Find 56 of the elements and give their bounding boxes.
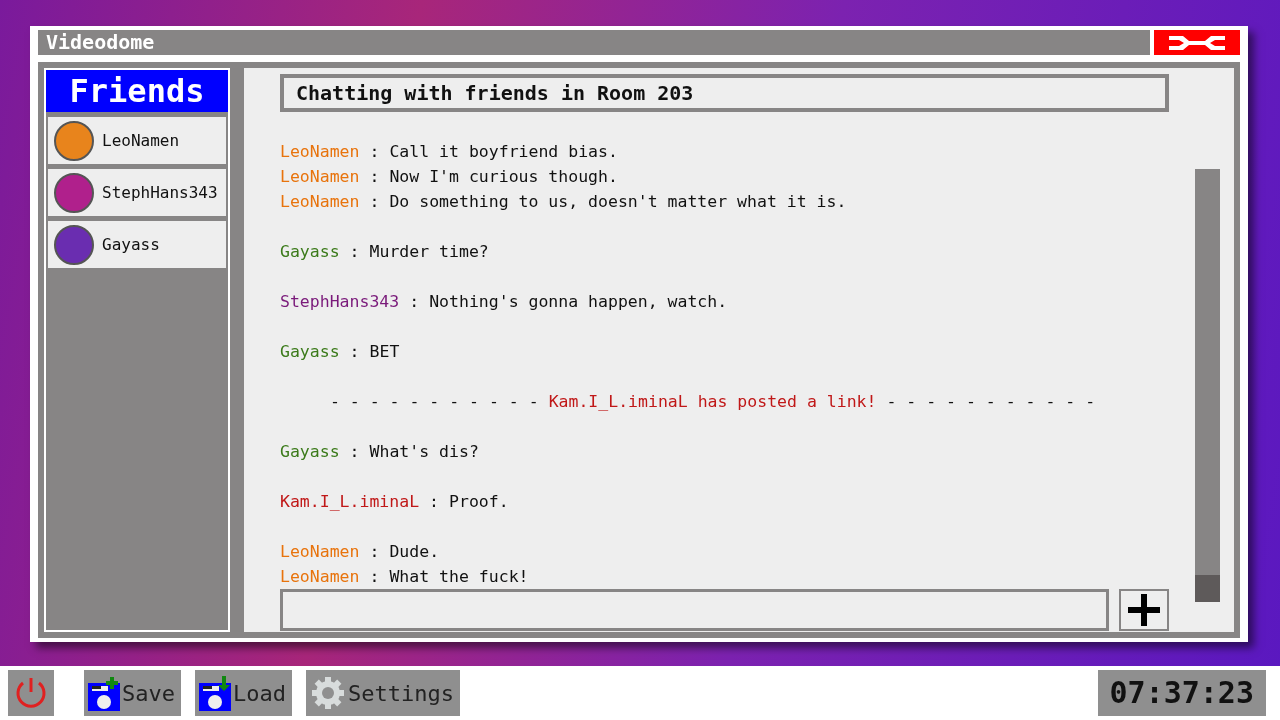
message-text: Dude. [389,541,440,563]
load-button[interactable]: Load [195,670,292,716]
username: Gayass [280,441,340,463]
friend-item[interactable]: Gayass [48,221,226,268]
separator: : [429,491,439,513]
message-text: What's dis? [369,441,479,463]
username: Gayass [280,241,340,263]
close-icon [1167,33,1227,52]
username: Gayass [280,341,340,363]
friend-item[interactable]: LeoNamen [48,117,226,164]
plus-icon [1128,594,1160,626]
message-text: Now I'm curious though. [389,166,618,188]
message-text: What the fuck! [389,566,529,588]
scroll-thumb[interactable] [1195,575,1220,602]
message-text: Nothing's gonna happen, watch. [429,291,728,313]
separator: : [369,141,380,163]
message-text: Murder time? [369,241,489,263]
separator: : [369,166,380,188]
friend-name: LeoNamen [102,131,180,150]
message-text: Proof. [449,491,509,513]
username: LeoNamen [280,566,360,588]
settings-icon [309,675,346,711]
separator: : [369,191,380,213]
save-button[interactable]: Save [84,670,181,716]
dashes: - - - - - - - - - - - [330,391,539,413]
username: StephHans343 [280,291,400,313]
message-text: BET [369,341,400,363]
clock: 07:37:23 [1097,670,1266,716]
chat-title: Chatting with friends in Room 203 [280,74,1169,112]
username: LeoNamen [280,141,360,163]
separator: : [409,291,420,313]
separator: : [369,541,380,563]
separator: : [349,441,360,463]
settings-button[interactable]: Settings [305,670,460,716]
username: LeoNamen [280,166,360,188]
message-input[interactable] [280,589,1109,631]
sidebar-title: Friends [46,68,228,112]
friend-item[interactable]: StephHans343 [48,169,226,216]
friend-name: Gayass [102,235,160,254]
disk-add-icon [88,675,120,711]
scrollbar[interactable] [1195,169,1220,602]
separator: : [349,241,360,263]
separator: : [349,341,360,363]
add-button[interactable] [1119,589,1169,631]
username: LeoNamen [280,541,360,563]
notice-text: Kam.I_L.iminaL has posted a link! [548,391,877,413]
username: Kam.I_L.iminaL [280,491,420,513]
close-button[interactable] [1154,30,1240,55]
message-text: Call it boyfriend bias. [389,141,618,163]
dashes: - - - - - - - - - - - [886,391,1096,413]
message-text: Do something to us, doesn't matter what it is. [389,191,847,213]
friend-name: StephHans343 [102,183,218,202]
window-title: Videodome [38,30,1150,55]
separator: : [369,566,380,588]
username: LeoNamen [280,191,360,213]
disk-download-icon [199,675,231,711]
